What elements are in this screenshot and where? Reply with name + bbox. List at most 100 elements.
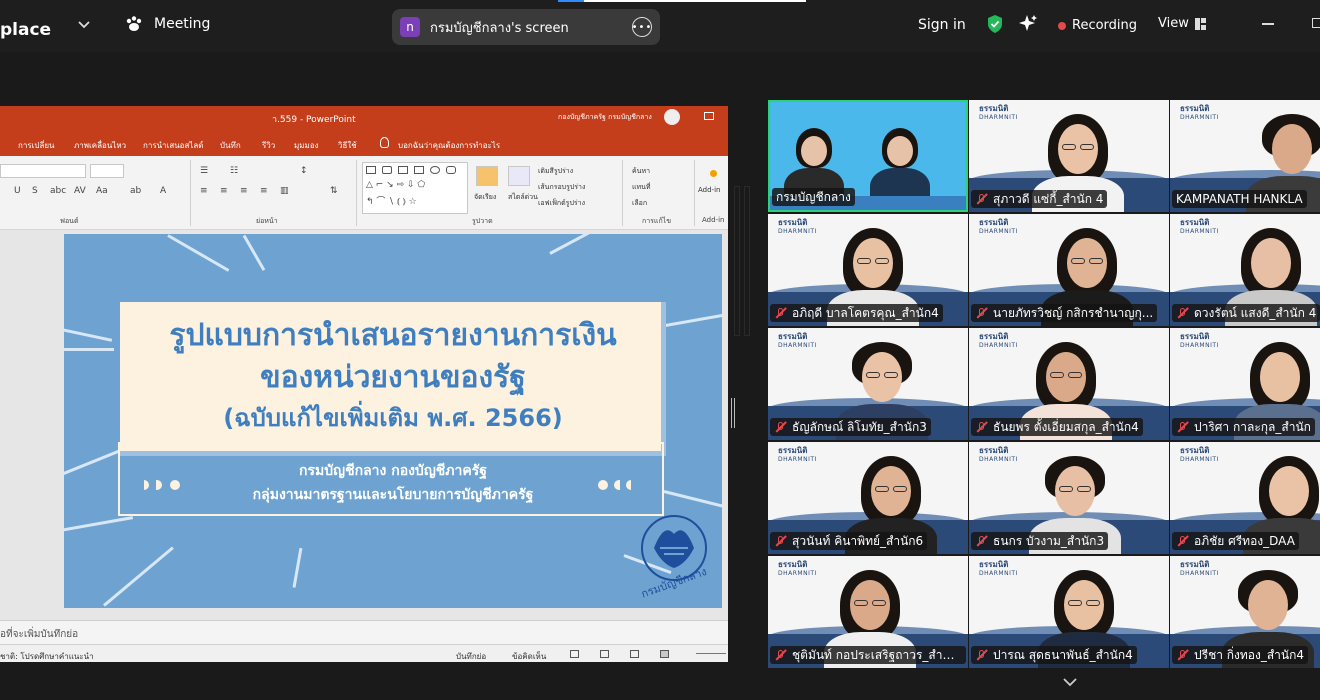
- screen-share-indicator[interactable]: n กรมบัญชีกลาง's screen •••: [392, 9, 660, 45]
- mic-muted-icon: [1176, 421, 1189, 433]
- sign-in-button[interactable]: Sign in: [918, 17, 966, 33]
- slideshow-view-icon: [660, 650, 669, 658]
- participant-tile[interactable]: ธรรมนิติ DHARMNITI ปรีชา กิ่งทอง_สำนัก4: [1170, 556, 1320, 668]
- decor-ray: [292, 547, 303, 588]
- zoom-slider: [696, 653, 726, 654]
- tile-logo: ธรรมนิติ DHARMNITI: [778, 446, 817, 463]
- shield-check-icon[interactable]: [986, 14, 1004, 34]
- find-label: ค้นหา: [632, 167, 651, 175]
- account-avatar: [664, 109, 680, 125]
- participant-name-bar: ดวงรัตน์ แสงดี_สำนัก 4: [1172, 304, 1320, 322]
- mic-muted-icon: [774, 307, 787, 319]
- group-paragraph-label: ย่อหน้า: [256, 217, 278, 225]
- decor-ray: [549, 234, 622, 255]
- mic-muted-icon: [774, 535, 787, 547]
- participant-name: สุภาวดี แซ่กี้_สำนัก 4: [993, 191, 1104, 206]
- participant-name: สุวนันท์ คินาพิทย์_สำนัก6: [792, 533, 924, 548]
- government-seal-icon: กรมบัญชีกลาง: [639, 515, 708, 598]
- meeting-button[interactable]: Meeting: [124, 14, 210, 34]
- grid-view-icon: [1194, 17, 1206, 30]
- participant-tile[interactable]: ธรรมนิติ DHARMNITI อภิฤดี บาลโคตรคุณ_สำนัก…: [768, 214, 968, 326]
- underline-icon: U: [14, 186, 21, 196]
- participant-name: ปรีชา กิ่งทอง_สำนัก4: [1194, 647, 1305, 662]
- decor-moon: [170, 480, 180, 490]
- tile-logo: ธรรมนิติ DHARMNITI: [979, 446, 1018, 463]
- shape-fill-label: เติมสีรูปร่าง: [538, 167, 574, 175]
- powerpoint-titlebar: า.559 - PowerPoint กองบัญชีภาครัฐ กรมบัญ…: [0, 106, 728, 128]
- participant-name-bar: ธนกร บัวงาม_สำนัก3: [971, 532, 1109, 550]
- ribbon-separator: [190, 160, 191, 226]
- more-icon[interactable]: •••: [632, 17, 652, 37]
- participant-name-bar: กรมบัญชีกลาง: [772, 188, 855, 206]
- notes-placeholder: อที่จะเพิ่มบันทึกย่อ: [0, 629, 79, 640]
- minimize-icon[interactable]: [1262, 23, 1274, 25]
- addin-label: Add-in: [698, 186, 721, 194]
- decor-ray: [64, 348, 114, 351]
- participant-tile[interactable]: กรมบัญชีกลาง: [768, 100, 968, 212]
- participant-name-bar: ธัญลักษณ์ ลิโมทัย_สำนัก3: [770, 418, 931, 436]
- participant-name-bar: นายภัทรวิชญ์ กสิกรชำนาญกุ...: [971, 304, 1158, 322]
- participant-tile[interactable]: ธรรมนิติ DHARMNITI สุวนันท์ คินาพิทย์_สำนั…: [768, 442, 968, 554]
- paw-icon: [126, 16, 142, 31]
- meeting-toolbar: place Meeting n กรมบัญชีกลาง's screen ••…: [0, 0, 1320, 52]
- slide-sorter-icon: [600, 650, 609, 658]
- line-spacing-icon: ↕: [300, 166, 308, 176]
- tab-transitions: การเปลี่ยน: [18, 141, 55, 150]
- mic-muted-icon: [1176, 307, 1189, 319]
- slide-title-line1: รูปแบบการนำเสนอรายงานการเงิน: [169, 318, 617, 353]
- participant-name-bar: สุภาวดี แซ่กี้_สำนัก 4: [971, 190, 1108, 208]
- participant-tile[interactable]: ธรรมนิติ DHARMNITI นายภัทรวิชญ์ กสิกรชำนาญ…: [969, 214, 1169, 326]
- participant-tile[interactable]: ธรรมนิติ DHARMNITI สุภาวดี แซ่กี้_สำนัก 4: [969, 100, 1169, 212]
- shape-curve-icon: ↰ ⌒ ∖ ⦅ ⦆ ☆: [366, 197, 417, 207]
- bullets-icon: ☰: [200, 166, 209, 176]
- chevron-down-icon[interactable]: [1062, 676, 1078, 688]
- resize-handle[interactable]: [731, 398, 735, 428]
- split-handle-decor: [734, 186, 764, 336]
- tile-logo: ธรรมนิติ DHARMNITI: [1180, 332, 1219, 349]
- normal-view-icon: [570, 650, 579, 658]
- recording-indicator[interactable]: Recording: [1058, 18, 1137, 33]
- slide-title-card: รูปแบบการนำเสนอรายงานการเงิน ของหน่วยงาน…: [120, 302, 666, 456]
- participant-tile[interactable]: ธรรมนิติ DHARMNITI ธันยพร ตั้งเอี่ยมสกุล_ส…: [969, 328, 1169, 440]
- tab-review: รีวิว: [262, 141, 276, 150]
- participant-tile[interactable]: ธรรมนิติ DHARMNITI ปาริศา กาละกุล_สำนัก: [1170, 328, 1320, 440]
- spacing-icon: AV: [74, 186, 86, 196]
- participant-tile[interactable]: ธรรมนิติ DHARMNITI ปารณ สุดธนาพันธ์_สำนัก4: [969, 556, 1169, 668]
- shape-outline-label: เส้นกรอบรูปร่าง: [538, 183, 586, 191]
- participant-tile[interactable]: ธรรมนิติ DHARMNITI ชุติมันท์ กอประเสริฐถาว…: [768, 556, 968, 668]
- shape-effects-label: เอฟเฟ็กต์รูปร่าง: [538, 199, 585, 207]
- sparkle-icon[interactable]: [1018, 14, 1038, 34]
- participant-name: กรมบัญชีกลาง: [776, 189, 851, 204]
- participant-tile[interactable]: ธรรมนิติ DHARMNITI ดวงรัตน์ แสงดี_สำนัก 4: [1170, 214, 1320, 326]
- numbering-icon: ☷: [230, 166, 239, 176]
- slide-subtitle-box: กรมบัญชีกลาง กองบัญชีภาครัฐ กลุ่มงานมาตร…: [118, 442, 664, 516]
- maximize-icon[interactable]: [1312, 18, 1320, 28]
- participant-tile[interactable]: ธรรมนิติ DHARMNITI อภิชัย ศรีทอง_DAA: [1170, 442, 1320, 554]
- shape-line-icon: [398, 166, 408, 174]
- mic-muted-icon: [975, 649, 988, 661]
- tile-logo: ธรรมนิติ DHARMNITI: [1180, 560, 1219, 577]
- tile-logo: ธรรมนิติ DHARMNITI: [1180, 446, 1219, 463]
- tab-view: มุมมอง: [294, 141, 319, 150]
- ribbon-separator: [622, 160, 623, 226]
- mic-muted-icon: [774, 421, 787, 433]
- record-dot-icon: [1058, 21, 1066, 30]
- group-addin-label: Add-in: [702, 216, 725, 224]
- participant-name-bar: สุวนันท์ คินาพิทย์_สำนัก6: [770, 532, 928, 550]
- participant-tile[interactable]: ธรรมนิติ DHARMNITI KAMPANATH HANKLA: [1170, 100, 1320, 212]
- shape-rect-icon: [414, 166, 424, 174]
- tile-logo: ธรรมนิติ DHARMNITI: [778, 218, 817, 235]
- shape-rect-icon: [366, 166, 376, 174]
- tile-logo: ธรรมนิติ DHARMNITI: [979, 332, 1018, 349]
- chevron-down-icon[interactable]: [76, 16, 92, 32]
- participant-tile[interactable]: ธรรมนิติ DHARMNITI ธนกร บัวงาม_สำนัก3: [969, 442, 1169, 554]
- decor-ray: [103, 546, 174, 607]
- quick-styles-icon: [508, 166, 530, 186]
- group-editing-label: การแก้ไข: [642, 217, 671, 225]
- tile-logo: ธรรมนิติ DHARMNITI: [1180, 104, 1219, 121]
- view-button[interactable]: View: [1158, 16, 1206, 31]
- participant-tile[interactable]: ธรรมนิติ DHARMNITI ธัญลักษณ์ ลิโมทัย_สำนัก…: [768, 328, 968, 440]
- share-title: กรมบัญชีกลาง's screen: [430, 20, 569, 36]
- tile-logo: ธรรมนิติ DHARMNITI: [979, 560, 1018, 577]
- font-name-box: [0, 164, 86, 178]
